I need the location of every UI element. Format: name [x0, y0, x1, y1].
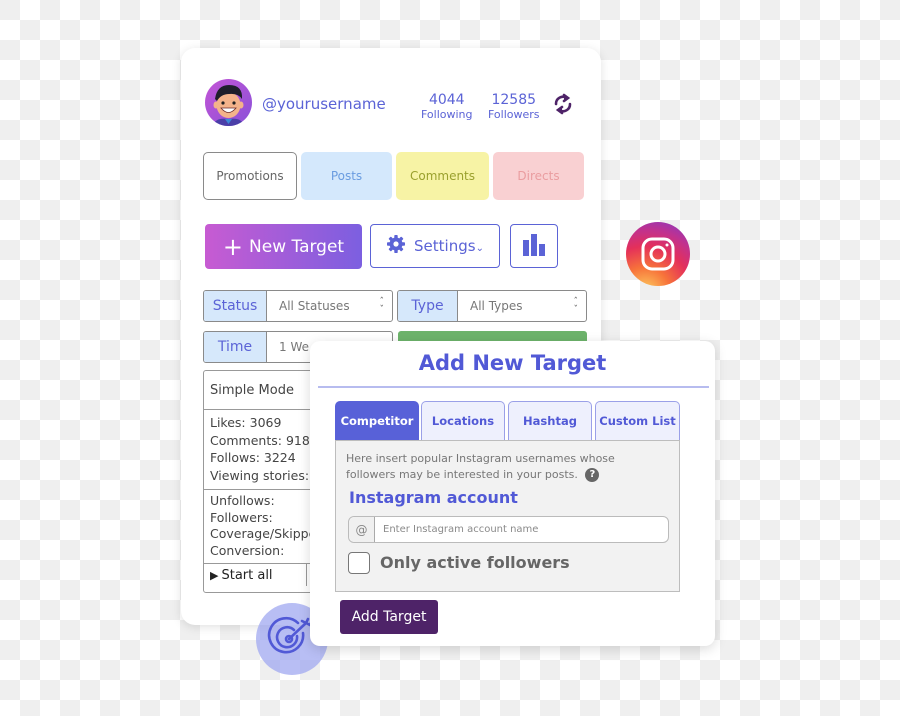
followers-count: 12585	[491, 92, 537, 108]
category-promotions[interactable]: Promotions	[203, 152, 297, 200]
category-directs[interactable]: Directs	[493, 152, 584, 200]
settings-label: Settings⌄	[414, 237, 484, 255]
sort-arrows-icon: ˆˇ	[379, 297, 385, 315]
plus-icon: +	[222, 232, 244, 261]
settings-button[interactable]: Settings⌄	[370, 224, 500, 268]
category-directs-label: Directs	[517, 169, 560, 183]
new-target-label: New Target	[249, 236, 345, 257]
type-value: All Types	[470, 299, 523, 313]
type-select[interactable]: All Types ˆˇ	[458, 291, 586, 321]
time-filter-label: Time	[204, 332, 267, 362]
gear-icon	[386, 234, 406, 258]
add-target-dialog: Add New Target Competitor Locations Hash…	[310, 341, 715, 646]
followers-stat: 12585 Followers	[488, 92, 540, 121]
description: Here insert popular Instagram usernames …	[346, 451, 646, 483]
bar-chart-icon	[521, 232, 547, 260]
dialog-title: Add New Target	[418, 351, 607, 375]
chevron-down-icon: ⌄	[475, 243, 484, 254]
account-input-group: @	[348, 516, 669, 543]
status-filter[interactable]: Status All Statuses ˆˇ	[203, 290, 393, 322]
help-icon[interactable]: ?	[585, 468, 600, 482]
category-promotions-label: Promotions	[216, 169, 284, 183]
new-target-button[interactable]: + New Target	[205, 224, 362, 269]
dialog-divider	[318, 386, 709, 388]
following-label: Following	[421, 108, 473, 121]
stats-button[interactable]	[510, 224, 558, 268]
description-text: Here insert popular Instagram usernames …	[346, 452, 615, 481]
add-target-button[interactable]: Add Target	[340, 600, 438, 634]
time-value: 1 We	[279, 340, 309, 354]
only-active-label: Only active followers	[380, 553, 570, 572]
account-label: Instagram account	[349, 488, 518, 507]
following-count: 4044	[428, 92, 465, 108]
tab-competitor[interactable]: Competitor	[335, 401, 419, 440]
account-name-input[interactable]	[375, 517, 668, 542]
category-posts-label: Posts	[330, 169, 363, 183]
avatar[interactable]	[205, 79, 252, 126]
sort-arrows-icon: ˆˇ	[573, 297, 579, 315]
followers-label: Followers	[488, 108, 540, 121]
start-all-button[interactable]: ▶ Start all	[204, 564, 307, 586]
only-active-checkbox[interactable]	[348, 552, 370, 574]
tab-hashtag[interactable]: Hashtag	[508, 401, 592, 440]
start-all-label: Start all	[221, 567, 273, 583]
username: @yourusername	[262, 95, 386, 113]
type-filter[interactable]: Type All Types ˆˇ	[397, 290, 587, 322]
category-posts[interactable]: Posts	[301, 152, 392, 200]
at-sign-icon: @	[349, 517, 375, 542]
competitor-panel: Here insert popular Instagram usernames …	[335, 440, 680, 592]
settings-text: Settings	[414, 237, 476, 255]
refresh-icon[interactable]	[551, 92, 575, 116]
tab-custom-list[interactable]: Custom List	[595, 401, 680, 440]
category-comments-label: Comments	[409, 169, 476, 183]
play-icon: ▶	[210, 568, 219, 582]
status-select[interactable]: All Statuses ˆˇ	[267, 291, 392, 321]
type-filter-label: Type	[398, 291, 458, 321]
status-value: All Statuses	[279, 299, 350, 313]
category-comments[interactable]: Comments	[396, 152, 489, 200]
status-filter-label: Status	[204, 291, 267, 321]
instagram-icon	[626, 222, 690, 286]
following-stat: 4044 Following	[421, 92, 473, 121]
tab-locations[interactable]: Locations	[421, 401, 505, 440]
